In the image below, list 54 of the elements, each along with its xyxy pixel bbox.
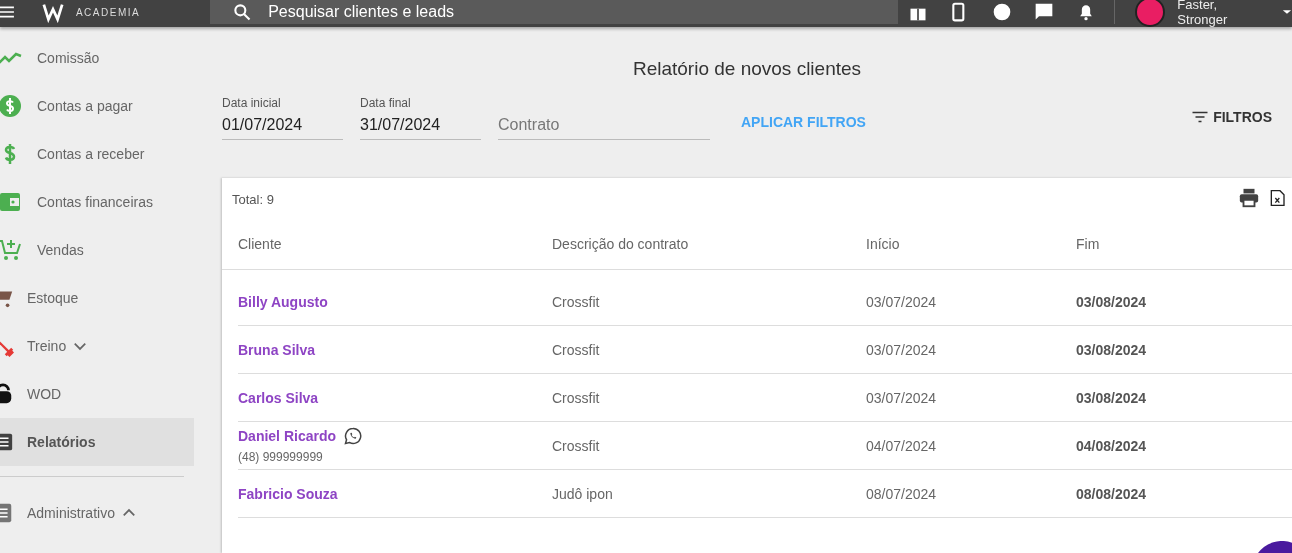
table-cell: Crossfit (552, 374, 866, 422)
sidebar-item[interactable]: Contas a pagar (0, 82, 194, 130)
excel-file-icon[interactable] (1270, 188, 1286, 208)
column-header[interactable]: Cliente (222, 218, 552, 270)
table-cell: 03/07/2024 (866, 326, 1076, 374)
table-cell: 08/07/2024 (866, 470, 1076, 518)
column-header[interactable]: Início (866, 218, 1076, 270)
contract-field[interactable]: Contrato (498, 91, 710, 140)
menu-icon (0, 4, 14, 20)
user-name: Faster, Stronger (1177, 0, 1229, 27)
table-cell: 08/08/2024 (1076, 470, 1292, 518)
sidebar-item[interactable]: Comissão (0, 34, 194, 82)
table-cell: Crossfit (552, 326, 866, 374)
sidebar-item[interactable]: Vendas (0, 226, 194, 274)
date-field[interactable]: Data inicial 01/07/2024 (222, 96, 343, 140)
table-cell: 04/08/2024 (1076, 422, 1292, 470)
client-name-link[interactable]: Daniel Ricardo (238, 428, 337, 444)
sidebar-item[interactable]: Treino (0, 322, 194, 370)
table-cell: 04/07/2024 (866, 422, 1076, 470)
search-icon (232, 2, 253, 22)
sidebar-item[interactable]: Contas a receber (0, 130, 194, 178)
table-cell: Judô ipon (552, 470, 866, 518)
date-field[interactable]: Data final 31/07/2024 (360, 96, 481, 140)
avatar-icon[interactable] (1135, 0, 1166, 27)
dollar-coin-icon (0, 94, 22, 118)
client-name-link[interactable]: Bruna Silva (238, 341, 316, 358)
search-field[interactable]: Pesquisar clientes e leads (210, 0, 899, 24)
table-cell: 03/07/2024 (866, 278, 1076, 326)
logo-text: ACADEMIA (75, 6, 141, 18)
table-cell: Crossfit (552, 278, 866, 326)
table-cell: 03/08/2024 (1076, 326, 1292, 374)
sidebar-item[interactable]: Estoque (0, 274, 194, 322)
table-cell: 03/08/2024 (1076, 278, 1292, 326)
print-icon[interactable] (1238, 187, 1260, 209)
table-cell: 03/07/2024 (866, 374, 1076, 422)
client-name-link[interactable]: Fabricio Souza (238, 485, 338, 502)
sidebar-item[interactable]: Contas financeiras (0, 178, 194, 226)
table-cell: 03/08/2024 (1076, 374, 1292, 422)
client-name-link[interactable]: Carlos Silva (238, 389, 319, 406)
logo-icon (41, 1, 64, 23)
sidebar-item[interactable]: WOD (0, 370, 194, 418)
chat-icon[interactable] (1034, 2, 1055, 22)
phone-number: (48) 999999999 (238, 450, 323, 464)
sidebar-item[interactable]: Relatórios (0, 418, 194, 466)
table-cell: Crossfit (552, 422, 866, 470)
filters-button[interactable]: FILTROS (1191, 104, 1272, 130)
total-count: Total: 9 (232, 191, 274, 207)
cart-add-icon (0, 238, 22, 262)
report-title: Relatório de novos clientes (631, 58, 863, 80)
whatsapp-icon[interactable] (344, 427, 363, 445)
sidebar-item[interactable]: Administrativo (0, 489, 194, 537)
column-header[interactable]: Fim (1076, 218, 1292, 270)
column-header[interactable]: Descrição do contrato (552, 218, 866, 270)
client-name-link[interactable]: Billy Augusto (238, 293, 328, 310)
